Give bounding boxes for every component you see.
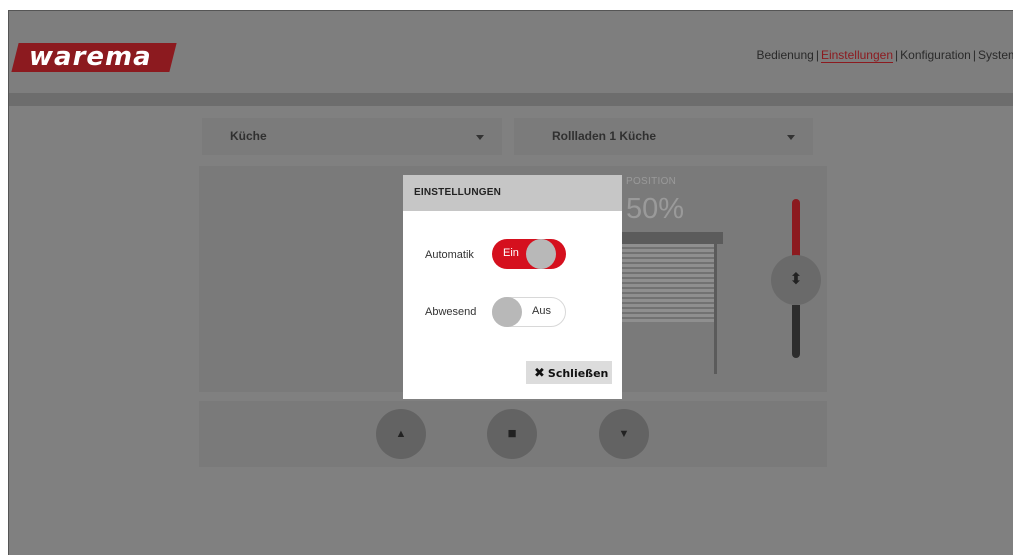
logo[interactable]: warema bbox=[29, 43, 152, 72]
stop-icon: ■ bbox=[507, 425, 517, 442]
nav-separator: | bbox=[815, 48, 819, 62]
automatik-toggle-state: Ein bbox=[503, 247, 519, 259]
dialog-title: EINSTELLUNGEN bbox=[403, 175, 622, 211]
nav-item-bedienung[interactable]: Bedienung bbox=[756, 48, 813, 62]
toggle-knob bbox=[492, 297, 522, 327]
automatik-label: Automatik bbox=[425, 249, 474, 261]
move-down-button[interactable]: ▼ bbox=[599, 409, 649, 459]
up-down-arrows-icon: ⬍ bbox=[789, 271, 803, 288]
main-nav: Bedienung | Einstellungen | Konfiguration | Sy… bbox=[756, 48, 1013, 63]
stop-button[interactable]: ■ bbox=[487, 409, 537, 459]
position-label: POSITION bbox=[626, 176, 677, 187]
shutter-box bbox=[622, 232, 723, 244]
close-button[interactable]: ✖ Schließen bbox=[526, 361, 612, 384]
position-slider-handle[interactable]: ⬍ bbox=[771, 255, 821, 305]
settings-dialog: EINSTELLUNGEN Automatik Ein Abwesend Aus… bbox=[403, 175, 622, 399]
abwesend-label: Abwesend bbox=[425, 306, 477, 318]
automatik-toggle[interactable]: Ein bbox=[492, 239, 566, 269]
abwesend-toggle-state: Aus bbox=[532, 305, 551, 317]
arrow-up-icon: ▲ bbox=[395, 428, 407, 440]
position-slider-track[interactable] bbox=[792, 305, 800, 358]
move-up-button[interactable]: ▲ bbox=[376, 409, 426, 459]
nav-separator: | bbox=[895, 48, 899, 62]
position-value: 50% bbox=[626, 193, 685, 225]
toggle-knob bbox=[526, 239, 556, 269]
nav-separator: | bbox=[972, 48, 976, 62]
close-button-label: Schließen bbox=[547, 367, 609, 380]
device-select-value: Rollladen 1 Küche bbox=[552, 129, 657, 143]
chevron-down-icon bbox=[476, 135, 484, 140]
abwesend-toggle[interactable]: Aus bbox=[492, 297, 566, 327]
device-select[interactable]: Rollladen 1 Küche bbox=[514, 118, 813, 155]
nav-item-einstellungen[interactable]: Einstellungen bbox=[820, 48, 894, 63]
room-select[interactable]: Küche bbox=[202, 118, 502, 155]
room-select-value: Küche bbox=[230, 129, 267, 143]
nav-item-system[interactable]: System bbox=[978, 48, 1013, 62]
header: warema Bedienung | Einstellungen | Konfigura… bbox=[9, 11, 1013, 93]
shutter-curtain bbox=[622, 244, 716, 322]
nav-item-konfiguration[interactable]: Konfiguration bbox=[900, 48, 971, 62]
chevron-down-icon bbox=[787, 135, 795, 140]
app-frame: warema Bedienung | Einstellungen | Konfigura… bbox=[8, 10, 1013, 555]
shutter-rail bbox=[714, 244, 717, 374]
close-x-icon: ✖ bbox=[534, 366, 545, 381]
header-band bbox=[9, 93, 1013, 106]
arrow-down-icon: ▼ bbox=[618, 428, 630, 440]
